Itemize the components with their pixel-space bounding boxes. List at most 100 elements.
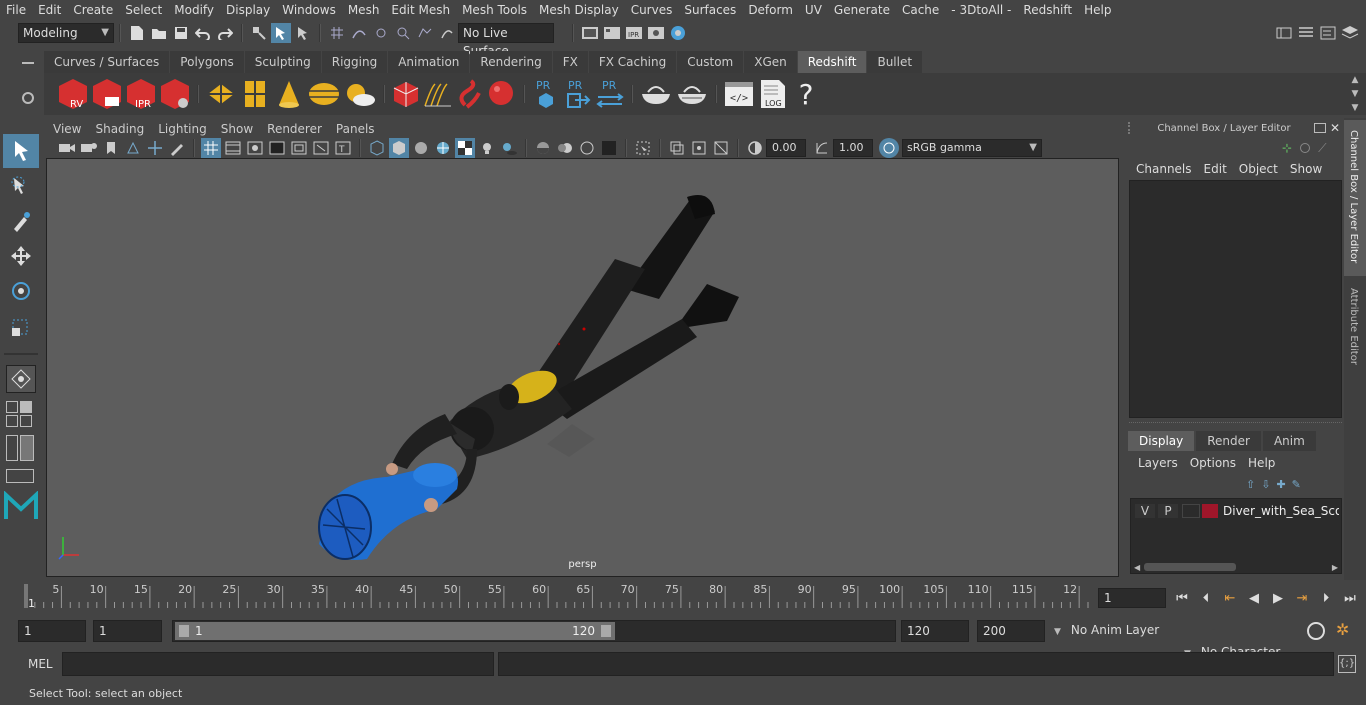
redshift-sun-sky-icon[interactable] [343,77,377,111]
safe-title-icon[interactable]: T [333,138,353,158]
range-handle-left[interactable] [179,625,189,637]
step-back-key-icon[interactable]: ⏴ [1196,591,1216,606]
safe-action-icon[interactable] [311,138,331,158]
use-default-material-icon[interactable] [411,138,431,158]
redshift-settings-icon[interactable] [159,77,191,111]
ambient-occlusion-icon[interactable] [533,138,553,158]
menu-deform[interactable]: Deform [742,0,799,20]
image-plane-icon[interactable] [123,138,143,158]
viewport-persp[interactable]: persp [46,158,1119,577]
channel-menu-edit[interactable]: Edit [1198,162,1233,176]
viewport-menu-panels[interactable]: Panels [329,119,382,139]
gate-mask-icon[interactable] [267,138,287,158]
layer-name[interactable]: Diver_with_Sea_Scooter [1223,504,1339,518]
toggle-tool-settings-icon[interactable] [1318,23,1338,43]
redshift-proxy-icon[interactable] [391,77,421,111]
select-hierarchy-icon[interactable] [249,23,269,43]
camera-select-icon[interactable] [57,138,77,158]
bake-options-icon[interactable] [675,77,709,111]
redshift-batch-render-icon[interactable] [91,77,123,111]
layout-outliner-icon[interactable] [6,469,34,483]
animation-preferences-icon[interactable]: ✲ [1336,620,1349,639]
toggle-channel-box-icon[interactable] [1340,23,1360,43]
menu-display[interactable]: Display [220,0,276,20]
shelf-tab-bullet[interactable]: Bullet [867,51,923,73]
range-slider-thumb[interactable]: 1 120 [175,622,615,640]
play-forward-icon[interactable]: ▶ [1268,591,1288,606]
channel-menu-show[interactable]: Show [1284,162,1328,176]
menu-mesh-display[interactable]: Mesh Display [533,0,625,20]
snap-surface-icon[interactable] [415,23,435,43]
time-ruler[interactable]: 5 10 15 20 25 30 35 40 45 50 55 60 65 70 75 80 85 90 95 100… [20,582,1092,610]
step-forward-frame-icon[interactable]: ⇥ [1292,591,1312,606]
move-tool-icon[interactable] [3,239,39,273]
xray-icon[interactable] [667,138,687,158]
auto-key-icon[interactable] [1307,622,1325,640]
shelf-tab-fx-caching[interactable]: FX Caching [588,51,677,73]
step-back-frame-icon[interactable]: ⇤ [1220,591,1240,606]
gamma-field[interactable]: 1.00 [833,139,873,157]
menu-surfaces[interactable]: Surfaces [678,0,742,20]
move-layer-down-icon[interactable]: ⇩ [1261,478,1270,491]
help-icon[interactable]: ? [791,77,821,111]
layer-tab-anim[interactable]: Anim [1262,431,1316,451]
channel-box-side-tab[interactable]: Channel Box / Layer Editor [1344,120,1366,276]
menu-create[interactable]: Create [67,0,119,20]
snap-curve-icon[interactable] [349,23,369,43]
shelf-tab-custom[interactable]: Custom [677,51,744,73]
render-view-icon[interactable] [646,23,666,43]
mode-dropdown[interactable]: Modeling ▼ [18,23,114,43]
menu-select[interactable]: Select [119,0,168,20]
open-scene-icon[interactable] [149,23,169,43]
layer-menu-layers[interactable]: Layers [1132,456,1184,470]
lasso-tool-icon[interactable] [3,169,39,203]
undo-icon[interactable] [193,23,213,43]
anim-layer-dropdown[interactable]: ▼ No Anim Layer [1050,620,1178,642]
move-layer-up-icon[interactable]: ⇧ [1246,478,1255,491]
shelf-expand-icon[interactable]: ▼ [1352,103,1359,113]
gamma-icon[interactable] [812,138,832,158]
splitter[interactable] [1129,422,1342,430]
bake-icon[interactable] [639,77,673,111]
shelf-tab-animation[interactable]: Animation [388,51,470,73]
go-to-end-icon[interactable]: ⏭ [1340,591,1360,606]
hypershade-icon[interactable] [668,23,688,43]
grease-pencil-icon[interactable] [167,138,187,158]
range-slider-track[interactable]: 1 120 [172,620,896,642]
arrow-down-icon[interactable]: ▼ [1352,89,1359,99]
animation-start-field[interactable]: 1 [18,620,86,642]
layer-row[interactable]: V P Diver_with_Sea_Scooter [1131,500,1341,522]
shelf-tab-xgen[interactable]: XGen [744,51,797,73]
shelf-scroll[interactable]: ▲ ▼ ▼ [1348,75,1362,113]
ipr-render-icon[interactable]: IPR [624,23,644,43]
color-management-icon[interactable] [879,138,899,158]
shelf-tab-redshift[interactable]: Redshift [797,51,867,73]
menu-windows[interactable]: Windows [276,0,342,20]
film-gate-icon[interactable] [223,138,243,158]
menu-help[interactable]: Help [1078,0,1117,20]
command-input[interactable] [62,652,494,676]
anti-aliasing-icon[interactable] [577,138,597,158]
wireframe-on-shaded-icon[interactable] [433,138,453,158]
redshift-render-view-icon[interactable]: RV [57,77,89,111]
snap-grid-icon[interactable] [327,23,347,43]
shadows-icon[interactable] [499,138,519,158]
menu-3dtoall[interactable]: - 3DtoAll - [945,0,1017,20]
select-tool-icon[interactable] [3,134,39,168]
live-surface-field[interactable]: No Live Surface [458,23,554,58]
menu-uv[interactable]: UV [799,0,828,20]
xray-components-icon[interactable] [711,138,731,158]
rotate-tool-icon[interactable] [3,274,39,308]
layout-two-pane-icon[interactable] [6,435,36,461]
motion-blur-icon[interactable] [555,138,575,158]
new-empty-layer-icon[interactable]: ✚ [1276,478,1285,491]
playback-start-field[interactable]: 1 [93,620,162,642]
textured-icon[interactable] [455,138,475,158]
select-component-icon[interactable] [293,23,313,43]
workspace-icon[interactable] [1274,23,1294,43]
pr-transfer-icon[interactable]: PR [595,77,625,111]
redshift-ipr-icon[interactable]: IPR [125,77,157,111]
isolate-select-icon[interactable] [633,138,653,158]
script-editor-button-icon[interactable]: {;} [1338,655,1356,673]
wireframe-icon[interactable] [367,138,387,158]
